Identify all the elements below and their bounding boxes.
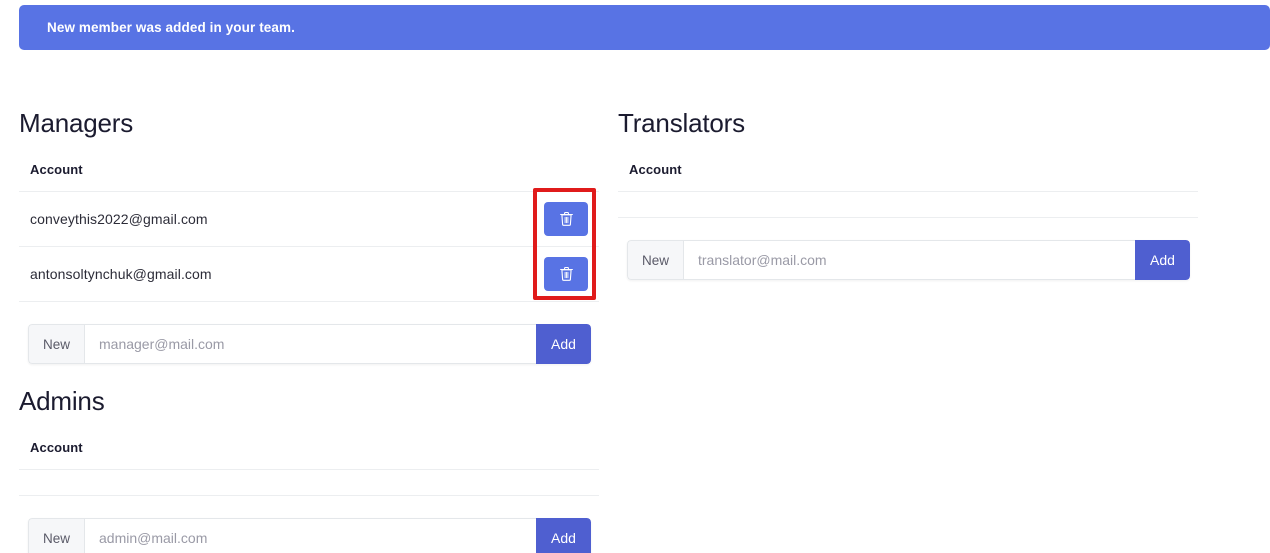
new-manager-email-input[interactable]	[84, 324, 536, 365]
alert-message: New member was added in your team.	[47, 20, 295, 35]
add-manager-input-group: New Add	[28, 324, 591, 365]
right-column: Translators Account New Add	[618, 60, 1198, 281]
new-admin-email-input[interactable]	[84, 518, 536, 553]
new-translator-email-input[interactable]	[683, 240, 1135, 281]
table-row: conveythis2022@gmail.com	[19, 192, 599, 248]
translators-table: Account	[618, 161, 1198, 219]
trash-icon	[559, 266, 574, 282]
translators-section-title: Translators	[618, 108, 745, 138]
add-admin-input-group: New Add	[28, 518, 591, 553]
new-admin-label: New	[28, 518, 84, 553]
admins-empty-row	[19, 470, 599, 497]
delete-manager-button[interactable]	[544, 257, 588, 292]
column-header-account: Account	[30, 162, 83, 178]
table-row: antonsoltynchuk@gmail.com	[19, 247, 599, 303]
team-members-page: New member was added in your team. Manag…	[0, 0, 1270, 553]
managers-table-header: Account	[19, 161, 599, 193]
add-manager-button[interactable]: Add	[536, 324, 591, 365]
new-manager-label: New	[28, 324, 84, 365]
admins-table-header: Account	[19, 439, 599, 471]
translators-empty-row	[618, 192, 1198, 219]
add-admin-button[interactable]: Add	[536, 518, 591, 553]
admins-section-title: Admins	[19, 386, 105, 417]
translators-table-header: Account	[618, 161, 1198, 193]
success-alert-banner: New member was added in your team.	[19, 5, 1270, 50]
add-translator-input-group: New Add	[627, 240, 1190, 281]
left-column: Managers Account conveythis2022@gmail.co…	[19, 60, 599, 553]
managers-section-title: Managers	[19, 108, 134, 138]
new-translator-label: New	[627, 240, 683, 281]
admins-table: Account	[19, 439, 599, 497]
managers-table: Account conveythis2022@gmail.com antonso…	[19, 161, 599, 303]
manager-email: antonsoltynchuk@gmail.com	[30, 266, 212, 283]
manager-email: conveythis2022@gmail.com	[30, 211, 208, 228]
trash-icon	[559, 211, 574, 227]
column-header-account: Account	[629, 162, 682, 178]
column-header-account: Account	[30, 440, 83, 456]
delete-manager-button[interactable]	[544, 202, 588, 237]
add-translator-button[interactable]: Add	[1135, 240, 1190, 281]
